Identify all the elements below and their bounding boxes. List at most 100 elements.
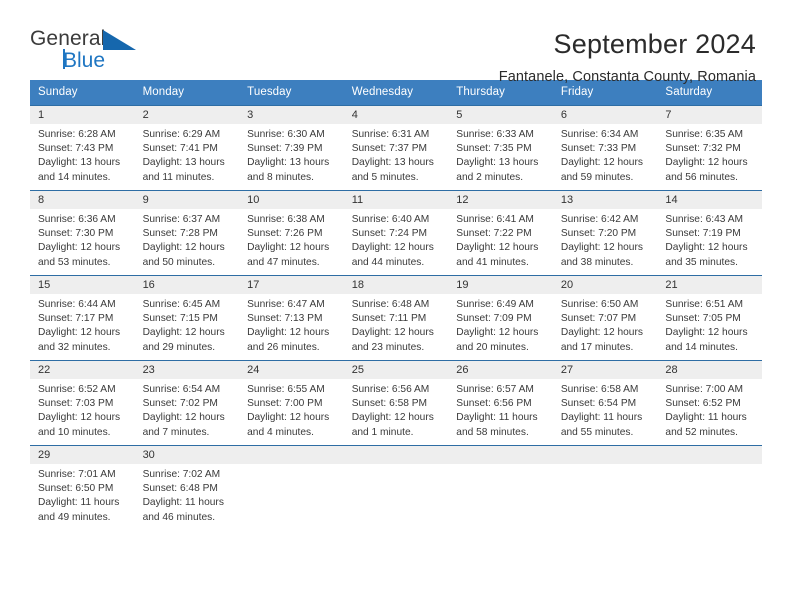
day-number xyxy=(343,445,449,464)
day-details: Sunrise: 6:57 AM Sunset: 6:56 PM Daylight:… xyxy=(448,379,553,440)
day-cell[interactable]: 3 Sunrise: 6:30 AM Sunset: 7:39 PM Daylight… xyxy=(239,105,344,190)
day-cell[interactable]: 16 Sunrise: 6:45 AM Sunset: 7:15 PM Dayligh… xyxy=(134,275,240,360)
daylight-text-line2: and 41 minutes. xyxy=(456,256,529,268)
day-cell[interactable]: 22 Sunrise: 6:52 AM Sunset: 7:03 PM Dayligh… xyxy=(30,360,135,445)
day-details: Sunrise: 6:40 AM Sunset: 7:24 PM Daylight:… xyxy=(344,209,449,270)
day-cell[interactable]: 14 Sunrise: 6:43 AM Sunset: 7:19 PM Dayligh… xyxy=(657,190,762,275)
day-number: 3 xyxy=(239,105,344,124)
day-cell[interactable]: 19 Sunrise: 6:49 AM Sunset: 7:09 PM Dayligh… xyxy=(448,275,553,360)
day-cell[interactable]: 30 Sunrise: 7:02 AM Sunset: 6:48 PM Dayligh… xyxy=(134,445,240,530)
day-number: 11 xyxy=(343,190,449,209)
day-cell[interactable]: 11 Sunrise: 6:40 AM Sunset: 7:24 PM Dayligh… xyxy=(343,190,449,275)
daylight-text-line2: and 7 minutes. xyxy=(142,426,210,438)
day-number: 7 xyxy=(657,105,762,124)
day-cell[interactable]: 26 Sunrise: 6:57 AM Sunset: 6:56 PM Dayligh… xyxy=(448,360,553,445)
sunset-text: Sunset: 7:17 PM xyxy=(38,313,114,325)
day-cell[interactable]: 9 Sunrise: 6:37 AM Sunset: 7:28 PM Daylight… xyxy=(134,190,240,275)
day-details: Sunrise: 6:30 AM Sunset: 7:39 PM Daylight:… xyxy=(239,124,344,185)
day-cell[interactable]: 24 Sunrise: 6:55 AM Sunset: 7:00 PM Dayligh… xyxy=(239,360,344,445)
daylight-text-line1: Daylight: 12 hours xyxy=(351,327,434,339)
sunrise-text: Sunrise: 6:42 AM xyxy=(560,213,639,225)
logo-general-blue[interactable]: General Blue xyxy=(30,28,150,76)
day-cell[interactable]: 2 Sunrise: 6:29 AM Sunset: 7:41 PM Daylight… xyxy=(134,105,240,190)
sunset-text: Sunset: 7:28 PM xyxy=(142,228,218,240)
day-number: 13 xyxy=(552,190,658,209)
sunrise-text: Sunrise: 6:47 AM xyxy=(247,298,325,310)
sunrise-text: Sunrise: 7:01 AM xyxy=(38,468,116,480)
weekday-monday: Monday xyxy=(142,86,185,98)
sunset-text: Sunset: 7:02 PM xyxy=(142,398,218,410)
day-cell[interactable]: 12 Sunrise: 6:41 AM Sunset: 7:22 PM Dayligh… xyxy=(448,190,553,275)
day-cell[interactable]: 21 Sunrise: 6:51 AM Sunset: 7:05 PM Dayligh… xyxy=(657,275,762,360)
day-cell[interactable]: 20 Sunrise: 6:50 AM Sunset: 7:07 PM Dayligh… xyxy=(552,275,658,360)
daylight-text-line1: Daylight: 11 hours xyxy=(665,412,747,424)
daylight-text-line1: Daylight: 11 hours xyxy=(38,497,120,509)
daylight-text-line1: Daylight: 12 hours xyxy=(38,327,121,339)
day-details: Sunrise: 6:33 AM Sunset: 7:35 PM Daylight:… xyxy=(448,124,553,185)
day-cell[interactable]: 4 Sunrise: 6:31 AM Sunset: 7:37 PM Daylight… xyxy=(343,105,449,190)
sunrise-text: Sunrise: 6:51 AM xyxy=(665,298,744,310)
day-number xyxy=(239,445,344,464)
day-number: 5 xyxy=(448,105,553,124)
day-number xyxy=(552,445,658,464)
sunset-text: Sunset: 7:20 PM xyxy=(560,228,637,240)
calendar-week-row: 29 Sunrise: 7:01 AM Sunset: 6:50 PM Dayligh… xyxy=(30,444,762,530)
day-cell[interactable]: 18 Sunrise: 6:48 AM Sunset: 7:11 PM Dayligh… xyxy=(343,275,449,360)
day-number: 8 xyxy=(30,190,135,209)
sunset-text: Sunset: 7:07 PM xyxy=(560,313,637,325)
day-number: 2 xyxy=(134,105,240,124)
sunrise-text: Sunrise: 6:29 AM xyxy=(142,128,221,140)
day-cell[interactable]: 6 Sunrise: 6:34 AM Sunset: 7:33 PM Daylight… xyxy=(552,105,658,190)
day-details: Sunrise: 6:41 AM Sunset: 7:22 PM Daylight:… xyxy=(448,209,553,270)
daylight-text-line1: Daylight: 13 hours xyxy=(456,157,539,169)
weekday-wednesday: Wednesday xyxy=(351,86,414,98)
day-cell[interactable]: 5 Sunrise: 6:33 AM Sunset: 7:35 PM Daylight… xyxy=(448,105,553,190)
sunrise-text: Sunrise: 6:31 AM xyxy=(351,128,430,140)
sunrise-text: Sunrise: 6:43 AM xyxy=(665,213,744,225)
day-number: 17 xyxy=(239,275,344,294)
daylight-text-line2: and 11 minutes. xyxy=(142,171,215,183)
daylight-text-line1: Daylight: 12 hours xyxy=(38,412,121,424)
daylight-text-line1: Daylight: 13 hours xyxy=(247,157,330,169)
day-cell[interactable]: 28 Sunrise: 7:00 AM Sunset: 6:52 PM Dayligh… xyxy=(657,360,762,445)
day-details: Sunrise: 6:47 AM Sunset: 7:13 PM Daylight:… xyxy=(239,294,344,355)
sunrise-text: Sunrise: 6:35 AM xyxy=(665,128,744,140)
day-details: Sunrise: 7:01 AM Sunset: 6:50 PM Daylight:… xyxy=(30,464,135,525)
sunset-text: Sunset: 7:39 PM xyxy=(247,143,323,155)
title-block: September 2024 Fantanele, Constanta Coun… xyxy=(499,28,756,84)
day-details xyxy=(657,464,762,468)
sunset-text: Sunset: 7:33 PM xyxy=(560,143,637,155)
day-details xyxy=(344,464,449,468)
day-number: 12 xyxy=(448,190,553,209)
day-cell[interactable]: 10 Sunrise: 6:38 AM Sunset: 7:26 PM Dayligh… xyxy=(239,190,344,275)
day-cell-empty xyxy=(552,445,658,530)
day-cell[interactable]: 25 Sunrise: 6:56 AM Sunset: 6:58 PM Dayligh… xyxy=(343,360,449,445)
sunset-text: Sunset: 6:48 PM xyxy=(142,483,218,495)
sunrise-text: Sunrise: 6:56 AM xyxy=(351,383,430,395)
daylight-text-line2: and 53 minutes. xyxy=(38,256,111,268)
daylight-text-line1: Daylight: 12 hours xyxy=(665,327,748,339)
day-details: Sunrise: 6:49 AM Sunset: 7:09 PM Daylight:… xyxy=(448,294,553,355)
daylight-text-line2: and 35 minutes. xyxy=(665,256,738,268)
daylight-text-line2: and 1 minute. xyxy=(351,426,414,438)
day-cell[interactable]: 8 Sunrise: 6:36 AM Sunset: 7:30 PM Daylight… xyxy=(30,190,135,275)
day-cell[interactable]: 13 Sunrise: 6:42 AM Sunset: 7:20 PM Dayligh… xyxy=(552,190,658,275)
sunset-text: Sunset: 7:43 PM xyxy=(38,143,114,155)
day-cell[interactable]: 17 Sunrise: 6:47 AM Sunset: 7:13 PM Dayligh… xyxy=(239,275,344,360)
day-cell[interactable]: 15 Sunrise: 6:44 AM Sunset: 7:17 PM Dayligh… xyxy=(30,275,135,360)
day-details: Sunrise: 6:38 AM Sunset: 7:26 PM Daylight:… xyxy=(239,209,344,270)
daylight-text-line1: Daylight: 12 hours xyxy=(247,242,330,254)
sunrise-text: Sunrise: 6:36 AM xyxy=(38,213,116,225)
day-cell-empty xyxy=(343,445,449,530)
day-cell[interactable]: 7 Sunrise: 6:35 AM Sunset: 7:32 PM Daylight… xyxy=(657,105,762,190)
day-cell-empty xyxy=(448,445,553,530)
sunset-text: Sunset: 7:30 PM xyxy=(38,228,114,240)
daylight-text-line1: Daylight: 13 hours xyxy=(142,157,225,169)
day-cell[interactable]: 23 Sunrise: 6:54 AM Sunset: 7:02 PM Dayligh… xyxy=(134,360,240,445)
sunrise-text: Sunrise: 6:57 AM xyxy=(456,383,534,395)
day-cell[interactable]: 29 Sunrise: 7:01 AM Sunset: 6:50 PM Dayligh… xyxy=(30,445,135,530)
day-cell[interactable]: 27 Sunrise: 6:58 AM Sunset: 6:54 PM Dayligh… xyxy=(552,360,658,445)
day-cell[interactable]: 1 Sunrise: 6:28 AM Sunset: 7:43 PM Daylight… xyxy=(30,105,135,190)
day-number: 27 xyxy=(552,360,658,379)
sunrise-text: Sunrise: 6:38 AM xyxy=(247,213,325,225)
